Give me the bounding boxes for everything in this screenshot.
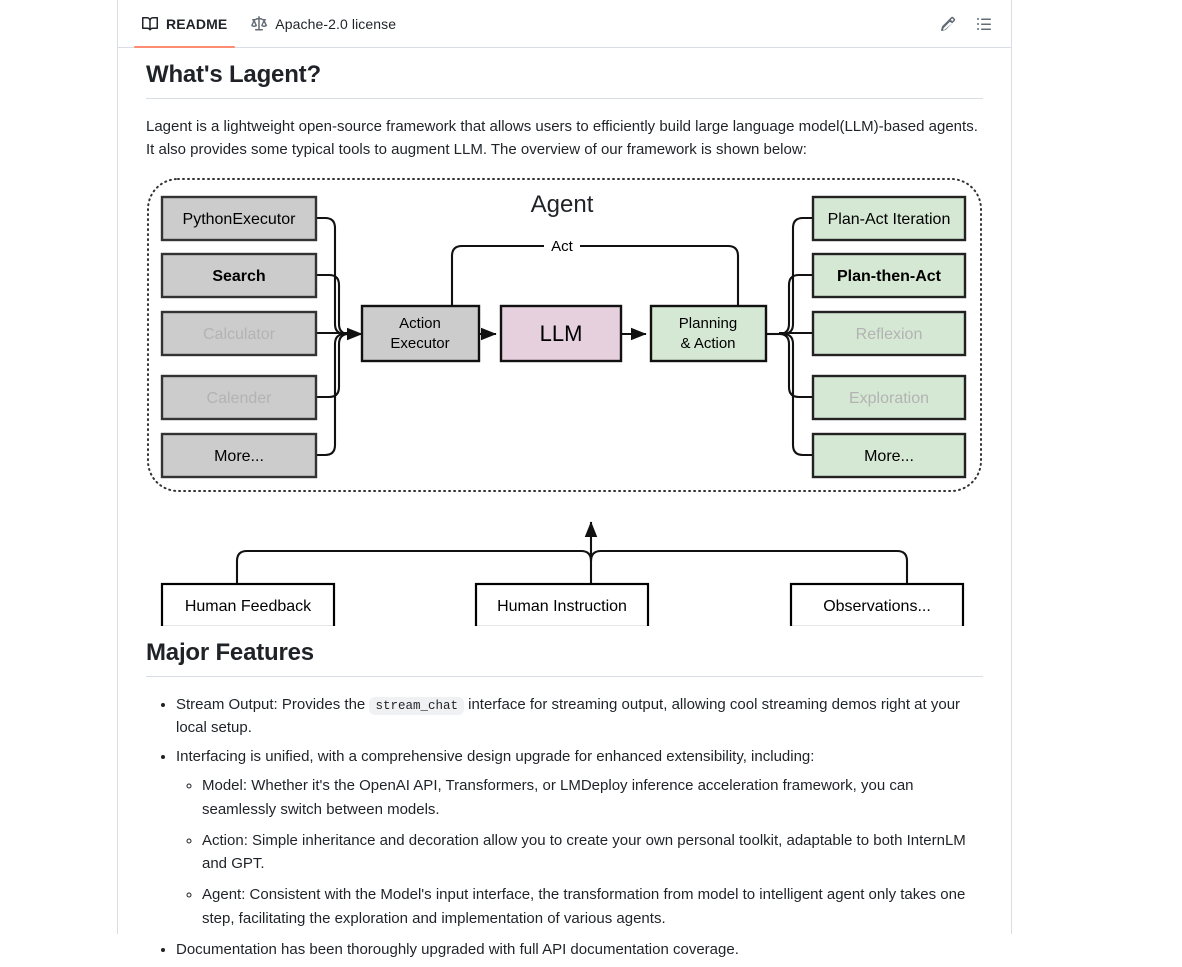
diagram-label-actlabel: Act xyxy=(551,238,574,255)
readme-file-panel: README Apache-2.0 license What's Lagent?… xyxy=(118,0,1011,958)
io-box-group: Human Feedback Human Instruction Observa… xyxy=(160,582,965,626)
list-item: Model: Whether it's the OpenAI API, Tran… xyxy=(202,774,983,821)
diagram-label-i1: Human Instruction xyxy=(497,598,627,615)
list-item: Interfacing is unified, with a comprehen… xyxy=(176,745,983,930)
tab-license[interactable]: Apache-2.0 license xyxy=(243,1,404,48)
page-root: README Apache-2.0 license What's Lagent?… xyxy=(0,0,1182,958)
core-box-planning-action: Planning & Action xyxy=(649,304,768,362)
diagram-label-s1: Plan-then-Act xyxy=(837,268,942,285)
panel-border-right xyxy=(1011,0,1012,934)
diagram-label-s2: Reflexion xyxy=(856,326,923,343)
core-box-llm: LLM xyxy=(499,304,623,362)
readme-markdown-body: What's Lagent? Lagent is a lightweight o… xyxy=(118,48,1011,967)
list-item: Documentation has been thoroughly upgrad… xyxy=(176,938,983,961)
page-gutter-right xyxy=(1012,0,1182,934)
tab-readme-label: README xyxy=(166,16,228,32)
diagram-label-c2b: & Action xyxy=(680,335,735,352)
strategy-box-0: Plan-Act Iteration xyxy=(811,195,967,241)
diagram-label-i0: Human Feedback xyxy=(185,598,312,615)
book-icon xyxy=(142,16,159,32)
framework-overview-diagram: PythonExecutor Search Calculator Calende… xyxy=(146,176,983,626)
diagram-label-t1: Search xyxy=(212,268,265,285)
diagram-label-c1a: LLM xyxy=(540,321,583,346)
list-unordered-icon[interactable] xyxy=(973,13,995,35)
intro-paragraph: Lagent is a lightweight open-source fram… xyxy=(146,118,978,159)
page-gutter-left xyxy=(0,0,117,934)
diagram-label-t0: PythonExecutor xyxy=(183,211,297,228)
tool-box-0: PythonExecutor xyxy=(160,195,318,241)
strategy-box-3: Exploration xyxy=(811,374,967,420)
diagram-label-t2: Calculator xyxy=(203,326,276,343)
major-features-list: Stream Output: Provides the stream_chat … xyxy=(146,693,983,962)
inline-code-stream-chat: stream_chat xyxy=(369,696,464,715)
feature-text-pre: Interfacing is unified, with a comprehen… xyxy=(176,748,815,766)
strategy-box-4: More... xyxy=(811,432,967,478)
diagram-label-c2a: Planning xyxy=(679,315,737,332)
file-tabbar: README Apache-2.0 license xyxy=(118,0,1011,48)
tool-box-4: More... xyxy=(160,432,318,478)
tool-box-group: PythonExecutor Search Calculator Calende… xyxy=(160,195,318,478)
tab-license-label: Apache-2.0 license xyxy=(275,16,397,32)
io-box-1: Human Instruction xyxy=(474,582,650,626)
law-scale-icon xyxy=(251,16,268,32)
tool-box-1: Search xyxy=(160,252,318,298)
tool-box-2: Calculator xyxy=(160,310,318,356)
feature-text-pre: Stream Output: Provides the xyxy=(176,695,366,713)
diagram-label-t4: More... xyxy=(214,448,264,465)
tab-readme[interactable]: README xyxy=(134,1,236,48)
diagram-label-dgtitle: Agent xyxy=(531,191,594,218)
diagram-label-c0b: Executor xyxy=(390,335,449,352)
core-box-action-executor: Action Executor xyxy=(360,304,481,362)
strategy-box-2: Reflexion xyxy=(811,310,967,356)
diagram-label-i2: Observations... xyxy=(823,598,931,615)
tool-box-3: Calender xyxy=(160,374,318,420)
list-item: Action: Simple inheritance and decoratio… xyxy=(202,829,983,876)
list-item: Agent: Consistent with the Model's input… xyxy=(202,883,983,930)
diagram-label-s3: Exploration xyxy=(849,390,929,407)
list-item: Stream Output: Provides the stream_chat … xyxy=(176,693,983,740)
strategy-box-group: Plan-Act Iteration Plan-then-Act Reflexi… xyxy=(811,195,967,478)
page-title-whats-lagent: What's Lagent? xyxy=(146,60,983,99)
page-title-major-features: Major Features xyxy=(146,638,983,677)
diagram-label-s4: More... xyxy=(864,448,914,465)
major-features-sublist: Model: Whether it's the OpenAI API, Tran… xyxy=(176,774,983,930)
pencil-icon[interactable] xyxy=(937,13,959,35)
strategy-box-1: Plan-then-Act xyxy=(811,252,967,298)
diagram-label-s0: Plan-Act Iteration xyxy=(828,211,951,228)
io-box-0: Human Feedback xyxy=(160,582,336,626)
diagram-label-c0a: Action xyxy=(399,315,441,332)
io-box-2: Observations... xyxy=(789,582,965,626)
diagram-label-t3: Calender xyxy=(207,390,273,407)
